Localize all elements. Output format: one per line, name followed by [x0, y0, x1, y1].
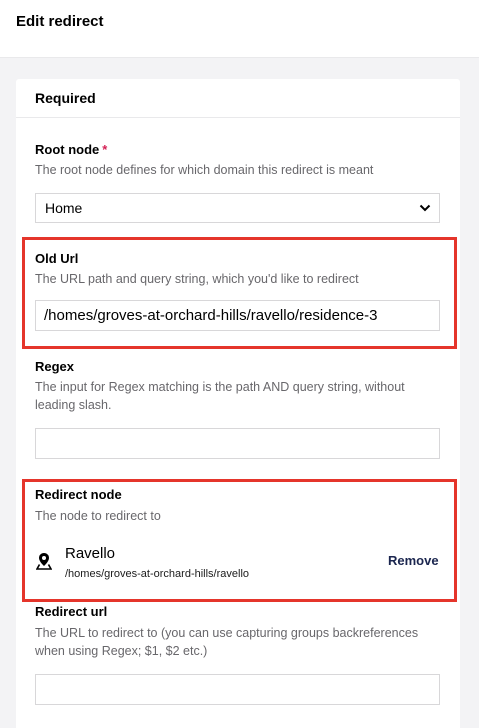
- root-node-description: The root node defines for which domain t…: [35, 163, 374, 177]
- required-marker: *: [102, 142, 108, 157]
- old-url-label: Old Url: [35, 251, 79, 266]
- redirect-url-input[interactable]: [35, 674, 440, 705]
- redirect-node-name[interactable]: Ravello: [65, 545, 115, 562]
- redirect-node-path: /homes/groves-at-orchard-hills/ravello: [65, 568, 250, 580]
- page-header: Edit redirect: [0, 0, 479, 58]
- card-title: Required: [35, 90, 96, 106]
- redirect-node-description: The node to redirect to: [35, 509, 161, 523]
- old-url-highlight: [22, 237, 457, 349]
- chevron-down-icon: [419, 204, 431, 212]
- old-url-description: The URL path and query string, which you…: [35, 272, 359, 286]
- old-url-input[interactable]: [35, 300, 440, 331]
- redirect-url-label: Redirect url: [35, 604, 108, 619]
- card-divider: [16, 117, 460, 118]
- root-node-selected: Home: [45, 200, 83, 216]
- regex-description: The input for Regex matching is the path…: [35, 380, 405, 412]
- map-pin-icon: [36, 553, 52, 570]
- root-node-label: Root node *: [35, 142, 108, 157]
- page-title: Edit redirect: [16, 13, 104, 30]
- regex-label: Regex: [35, 359, 75, 374]
- regex-input[interactable]: [35, 428, 440, 459]
- remove-button[interactable]: Remove: [388, 553, 439, 568]
- redirect-node-label: Redirect node: [35, 487, 122, 502]
- root-node-select[interactable]: Home: [35, 193, 440, 223]
- redirect-url-description: The URL to redirect to (you can use capt…: [35, 626, 419, 658]
